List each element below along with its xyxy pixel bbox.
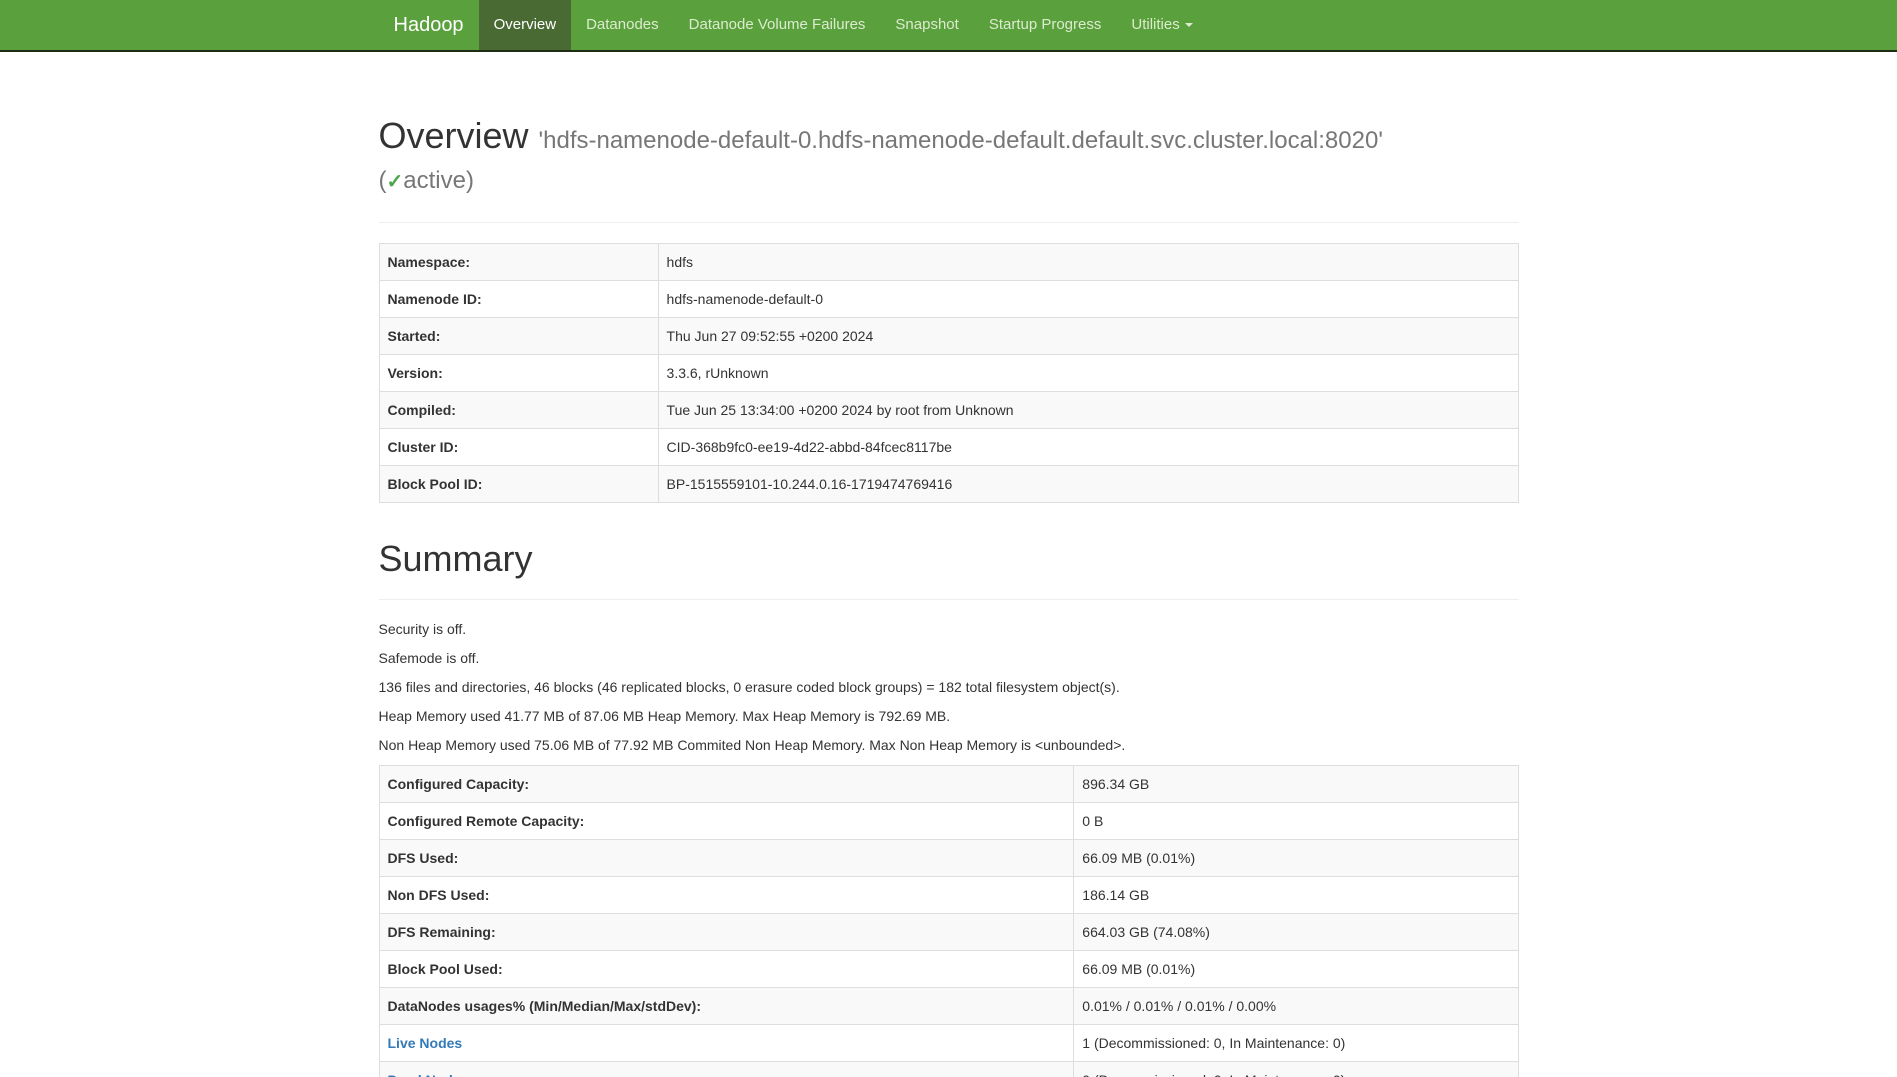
nav-link-overview[interactable]: Overview xyxy=(479,0,572,50)
nav-item-snapshot: Snapshot xyxy=(880,0,973,50)
info-value: 3.3.6, rUnknown xyxy=(658,355,1518,392)
overview-title-text: Overview xyxy=(379,115,529,156)
summary-line: Security is off. xyxy=(379,620,1519,640)
navbar: Hadoop OverviewDatanodesDatanode Volume … xyxy=(0,0,1897,52)
info-label: Namespace: xyxy=(379,244,658,281)
summary-row: Configured Remote Capacity:0 B xyxy=(379,802,1518,839)
summary-row: Live Nodes 1 (Decommissioned: 0, In Maint… xyxy=(379,1024,1518,1061)
info-row: Block Pool ID:BP-1515559101-10.244.0.16-… xyxy=(379,466,1518,503)
summary-label: Configured Remote Capacity: xyxy=(379,802,1074,839)
summary-row: DataNodes usages% (Min/Median/Max/stdDev… xyxy=(379,987,1518,1024)
live-nodes-link[interactable]: Live Nodes xyxy=(388,1035,463,1051)
navbar-nav: OverviewDatanodesDatanode Volume Failure… xyxy=(479,0,1208,50)
caret-down-icon xyxy=(1185,23,1193,27)
info-row: Version:3.3.6, rUnknown xyxy=(379,355,1518,392)
nav-link-utilities[interactable]: Utilities xyxy=(1116,0,1207,50)
summary-value: 0 (Decommissioned: 0, In Maintenance: 0) xyxy=(1074,1061,1518,1077)
info-value: CID-368b9fc0-ee19-4d22-abbd-84fcec8117be xyxy=(658,429,1518,466)
summary-label: Live Nodes xyxy=(379,1024,1074,1061)
nav-item-datanodes: Datanodes xyxy=(571,0,674,50)
summary-line: Heap Memory used 41.77 MB of 87.06 MB He… xyxy=(379,707,1519,727)
info-row: Compiled:Tue Jun 25 13:34:00 +0200 2024 … xyxy=(379,392,1518,429)
summary-label: Dead Nodes xyxy=(379,1061,1074,1077)
info-label: Compiled: xyxy=(379,392,658,429)
dead-nodes-link[interactable]: Dead Nodes xyxy=(388,1072,469,1077)
summary-title: Summary xyxy=(379,539,1519,579)
summary-value: 0 B xyxy=(1074,802,1518,839)
nav-link-startup-progress[interactable]: Startup Progress xyxy=(974,0,1117,50)
info-label: Namenode ID: xyxy=(379,281,658,318)
namenode-status: (✓active) xyxy=(379,161,1519,202)
navbar-brand[interactable]: Hadoop xyxy=(379,0,479,50)
summary-row: DFS Used:66.09 MB (0.01%) xyxy=(379,839,1518,876)
check-icon: ✓ xyxy=(387,171,404,193)
info-value: hdfs-namenode-default-0 xyxy=(658,281,1518,318)
summary-row: Block Pool Used:66.09 MB (0.01%) xyxy=(379,950,1518,987)
summary-line: Safemode is off. xyxy=(379,649,1519,669)
summary-value: 0.01% / 0.01% / 0.01% / 0.00% xyxy=(1074,987,1518,1024)
namenode-address: 'hdfs-namenode-default-0.hdfs-namenode-d… xyxy=(539,127,1383,154)
summary-row: Configured Capacity:896.34 GB xyxy=(379,765,1518,802)
status-paren-open: ( xyxy=(379,167,387,194)
overview-header: Overview 'hdfs-namenode-default-0.hdfs-n… xyxy=(379,116,1519,223)
nav-item-datanode-volume-failures: Datanode Volume Failures xyxy=(674,0,881,50)
info-label: Version: xyxy=(379,355,658,392)
nav-link-datanodes[interactable]: Datanodes xyxy=(571,0,674,50)
info-label: Cluster ID: xyxy=(379,429,658,466)
summary-label: Configured Capacity: xyxy=(379,765,1074,802)
main-content: Overview 'hdfs-namenode-default-0.hdfs-n… xyxy=(364,72,1534,1077)
summary-paragraphs: Security is off. Safemode is off. 136 file… xyxy=(379,620,1519,756)
summary-value: 66.09 MB (0.01%) xyxy=(1074,950,1518,987)
info-row: Cluster ID:CID-368b9fc0-ee19-4d22-abbd-8… xyxy=(379,429,1518,466)
info-label: Block Pool ID: xyxy=(379,466,658,503)
nav-link-datanode-volume-failures[interactable]: Datanode Volume Failures xyxy=(674,0,881,50)
summary-label: Non DFS Used: xyxy=(379,876,1074,913)
status-label: active xyxy=(403,167,466,194)
summary-row: DFS Remaining:664.03 GB (74.08%) xyxy=(379,913,1518,950)
nav-link-snapshot[interactable]: Snapshot xyxy=(880,0,973,50)
summary-value: 1 (Decommissioned: 0, In Maintenance: 0) xyxy=(1074,1024,1518,1061)
info-row: Started:Thu Jun 27 09:52:55 +0200 2024 xyxy=(379,318,1518,355)
summary-header: Summary xyxy=(379,539,1519,600)
info-value: Tue Jun 25 13:34:00 +0200 2024 by root f… xyxy=(658,392,1518,429)
nav-item-overview: Overview xyxy=(479,0,572,50)
info-row: Namenode ID:hdfs-namenode-default-0 xyxy=(379,281,1518,318)
status-paren-close: ) xyxy=(466,167,474,194)
info-row: Namespace:hdfs xyxy=(379,244,1518,281)
summary-row: Dead Nodes 0 (Decommissioned: 0, In Maint… xyxy=(379,1061,1518,1077)
info-label: Started: xyxy=(379,318,658,355)
summary-label: DFS Remaining: xyxy=(379,913,1074,950)
summary-table: Configured Capacity:896.34 GBConfigured … xyxy=(379,765,1519,1077)
info-value: BP-1515559101-10.244.0.16-1719474769416 xyxy=(658,466,1518,503)
summary-row: Non DFS Used:186.14 GB xyxy=(379,876,1518,913)
nav-item-utilities: Utilities xyxy=(1116,0,1207,50)
summary-label: DataNodes usages% (Min/Median/Max/stdDev… xyxy=(379,987,1074,1024)
page-title: Overview 'hdfs-namenode-default-0.hdfs-n… xyxy=(379,116,1519,161)
summary-value: 664.03 GB (74.08%) xyxy=(1074,913,1518,950)
nav-item-startup-progress: Startup Progress xyxy=(974,0,1117,50)
summary-line: 136 files and directories, 46 blocks (46… xyxy=(379,678,1519,698)
info-value: Thu Jun 27 09:52:55 +0200 2024 xyxy=(658,318,1518,355)
summary-value: 186.14 GB xyxy=(1074,876,1518,913)
info-value: hdfs xyxy=(658,244,1518,281)
namenode-info-table: Namespace:hdfsNamenode ID:hdfs-namenode-… xyxy=(379,243,1519,503)
summary-line: Non Heap Memory used 75.06 MB of 77.92 M… xyxy=(379,736,1519,756)
summary-value: 66.09 MB (0.01%) xyxy=(1074,839,1518,876)
summary-label: DFS Used: xyxy=(379,839,1074,876)
summary-label: Block Pool Used: xyxy=(379,950,1074,987)
summary-value: 896.34 GB xyxy=(1074,765,1518,802)
